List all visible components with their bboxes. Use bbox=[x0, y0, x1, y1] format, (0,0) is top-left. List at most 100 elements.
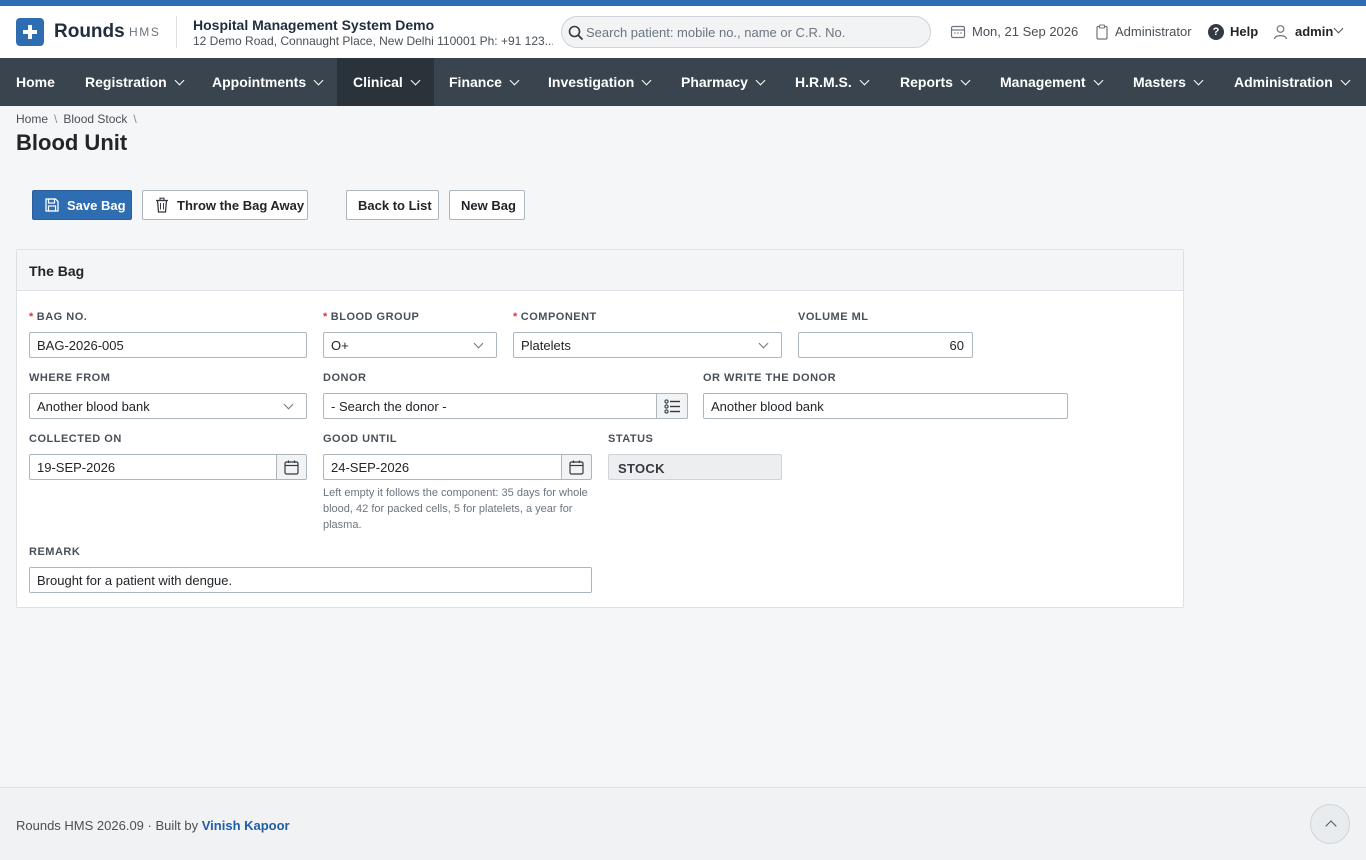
breadcrumb-home[interactable]: Home bbox=[16, 112, 48, 126]
good-until-label: GOOD UNTIL bbox=[323, 433, 398, 445]
nav-registration[interactable]: Registration bbox=[69, 58, 199, 106]
write-donor-label: OR WRITE THE DONOR bbox=[703, 372, 837, 384]
save-icon bbox=[45, 198, 59, 212]
nav-appointments[interactable]: Appointments bbox=[196, 58, 338, 106]
blood-group-value: O+ bbox=[331, 338, 349, 353]
chevron-down-icon bbox=[1333, 22, 1344, 40]
chevron-down-icon bbox=[758, 338, 769, 349]
status-value: STOCK bbox=[618, 461, 665, 476]
scroll-to-top-button[interactable] bbox=[1310, 804, 1350, 844]
throw-bag-button[interactable]: Throw the Bag Away bbox=[142, 190, 308, 220]
breadcrumb: Home \ Blood Stock \ bbox=[16, 112, 137, 126]
card-header: The Bag bbox=[17, 250, 1183, 291]
nav-management[interactable]: Management bbox=[985, 58, 1117, 106]
new-bag-button[interactable]: New Bag bbox=[449, 190, 525, 220]
chevron-down-icon bbox=[473, 338, 484, 349]
remark-label: REMARK bbox=[29, 546, 81, 558]
good-until-input[interactable]: 24-SEP-2026 bbox=[323, 454, 562, 480]
bag-no-value: BAG-2026-005 bbox=[37, 338, 124, 353]
user-name: admin bbox=[1295, 24, 1334, 39]
bag-card: The Bag * BAG NO. BAG-2026-005 * BLOOD GRO… bbox=[16, 249, 1184, 608]
card-title: The Bag bbox=[29, 263, 85, 279]
donor-search-input[interactable]: - Search the donor - bbox=[323, 393, 657, 419]
chevron-down-icon bbox=[1193, 75, 1204, 86]
back-to-list-label: Back to List bbox=[358, 198, 432, 213]
nav-finance[interactable]: Finance bbox=[434, 58, 533, 106]
good-until-help: Left empty it follows the component: 35 … bbox=[323, 487, 588, 531]
help-button[interactable]: ? Help bbox=[1208, 23, 1263, 41]
nav-label: Clinical bbox=[353, 74, 403, 90]
nav-investigation[interactable]: Investigation bbox=[533, 58, 665, 106]
collected-on-calendar-button[interactable] bbox=[276, 454, 307, 480]
brand-sub: HMS bbox=[129, 25, 161, 39]
nav-home[interactable]: Home bbox=[0, 58, 71, 106]
nav-label: Appointments bbox=[212, 74, 307, 90]
volume-label: VOLUME ML bbox=[798, 311, 869, 323]
patient-search[interactable] bbox=[561, 16, 931, 48]
volume-input[interactable]: 60 bbox=[798, 332, 973, 358]
nav-label: Investigation bbox=[548, 74, 635, 90]
chevron-down-icon bbox=[509, 75, 520, 86]
nav-administration[interactable]: Administration bbox=[1219, 58, 1364, 106]
nav-label: Registration bbox=[85, 74, 167, 90]
list-icon bbox=[664, 399, 680, 414]
trash-icon bbox=[156, 197, 168, 213]
nav-label: H.R.M.S. bbox=[795, 74, 852, 90]
logo-icon[interactable] bbox=[16, 18, 44, 46]
nav-masters[interactable]: Masters bbox=[1118, 58, 1217, 106]
breadcrumb-blood-stock[interactable]: Blood Stock bbox=[63, 112, 127, 126]
footer-author-link[interactable]: Vinish Kapoor bbox=[202, 818, 290, 833]
donor-value: - Search the donor - bbox=[331, 399, 447, 414]
main-nav: Home Registration Appointments Clinical … bbox=[0, 58, 1366, 106]
header-date: Mon, 21 Sep 2026 bbox=[950, 23, 1080, 41]
back-to-list-button[interactable]: Back to List bbox=[346, 190, 439, 220]
save-bag-button[interactable]: Save Bag bbox=[32, 190, 132, 220]
remark-input[interactable]: Brought for a patient with dengue. bbox=[29, 567, 592, 593]
nav-reports[interactable]: Reports bbox=[885, 58, 984, 106]
where-from-select[interactable]: Another blood bank bbox=[29, 393, 307, 419]
donor-label: DONOR bbox=[323, 372, 367, 384]
search-icon bbox=[568, 25, 584, 41]
new-bag-label: New Bag bbox=[461, 198, 516, 213]
page-title: Blood Unit bbox=[16, 130, 128, 155]
help-icon: ? bbox=[1208, 24, 1224, 40]
nav-hrms[interactable]: H.R.M.S. bbox=[779, 58, 884, 106]
good-until-value: 24-SEP-2026 bbox=[331, 460, 410, 475]
chevron-down-icon bbox=[641, 75, 652, 86]
write-donor-value: Another blood bank bbox=[711, 399, 824, 414]
donor-list-button[interactable] bbox=[656, 393, 688, 419]
nav-label: Management bbox=[1000, 74, 1086, 90]
org-name: Hospital Management System Demo bbox=[193, 17, 435, 33]
volume-value: 60 bbox=[949, 338, 964, 353]
user-icon bbox=[1273, 25, 1288, 40]
search-input[interactable] bbox=[586, 18, 926, 46]
help-label: Help bbox=[1230, 24, 1259, 39]
nav-label: Administration bbox=[1234, 74, 1333, 90]
status-value-box: STOCK bbox=[608, 454, 782, 480]
nav-clinical[interactable]: Clinical bbox=[337, 58, 434, 106]
nav-label: Masters bbox=[1133, 74, 1186, 90]
collected-on-input[interactable]: 19-SEP-2026 bbox=[29, 454, 277, 480]
brand-name[interactable]: Rounds bbox=[54, 21, 125, 43]
org-address: 12 Demo Road, Connaught Place, New Delhi… bbox=[193, 34, 553, 48]
where-from-value: Another blood bank bbox=[37, 399, 150, 414]
good-until-calendar-button[interactable] bbox=[561, 454, 592, 480]
chevron-down-icon bbox=[410, 75, 421, 86]
clipboard-icon bbox=[1096, 24, 1108, 40]
calendar-icon bbox=[950, 25, 966, 39]
save-bag-label: Save Bag bbox=[67, 198, 126, 213]
footer: Rounds HMS 2026.09 · Built by Vinish Kap… bbox=[0, 787, 1366, 860]
component-value: Platelets bbox=[521, 338, 571, 353]
component-select[interactable]: Platelets bbox=[513, 332, 782, 358]
chevron-down-icon bbox=[283, 399, 294, 410]
app-header: Rounds HMS Hospital Management System De… bbox=[0, 6, 1366, 58]
blood-group-select[interactable]: O+ bbox=[323, 332, 497, 358]
bag-no-input[interactable]: BAG-2026-005 bbox=[29, 332, 307, 358]
date-text: Mon, 21 Sep 2026 bbox=[972, 24, 1079, 39]
header-role[interactable]: Administrator bbox=[1095, 23, 1195, 41]
nav-label: Pharmacy bbox=[681, 74, 748, 90]
where-from-label: WHERE FROM bbox=[29, 372, 111, 384]
nav-pharmacy[interactable]: Pharmacy bbox=[666, 58, 779, 106]
write-donor-input[interactable]: Another blood bank bbox=[703, 393, 1068, 419]
user-menu[interactable]: admin bbox=[1273, 23, 1353, 41]
